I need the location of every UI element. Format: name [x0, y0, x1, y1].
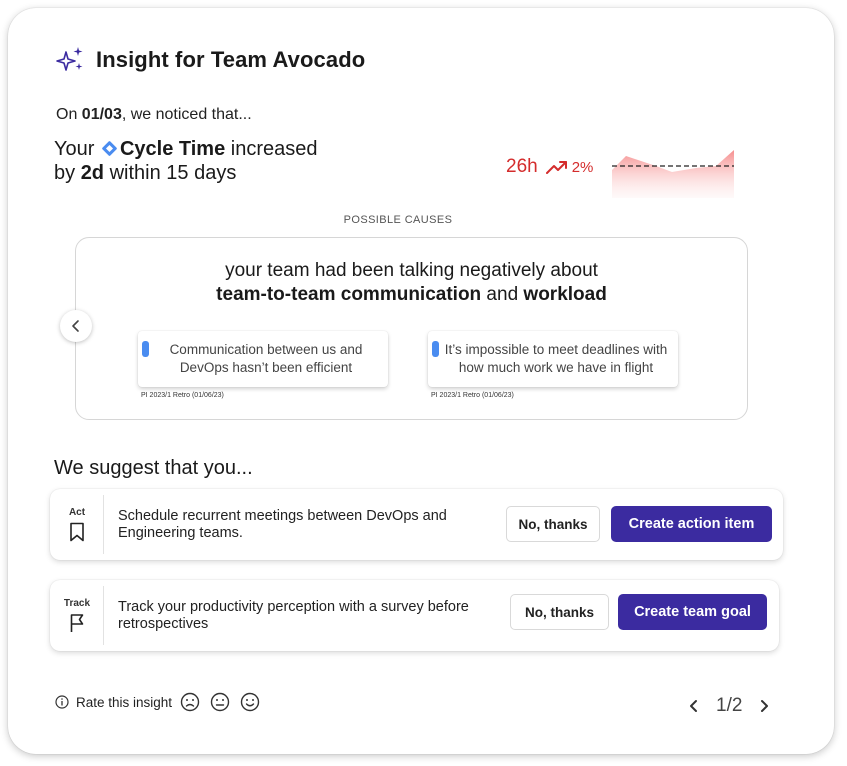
insight-header: Insight for Team Avocado: [54, 44, 365, 76]
no-thanks-button[interactable]: No, thanks: [510, 594, 609, 630]
divider: [103, 495, 104, 554]
cause-joiner: and: [481, 284, 524, 305]
neutral-face-icon[interactable]: [210, 692, 230, 712]
possible-causes-panel: your team had been talking negatively ab…: [75, 237, 748, 420]
headline-suffix: increased: [225, 138, 318, 160]
headline-prefix: Your: [54, 138, 100, 160]
notice-suffix: , we noticed that...: [121, 106, 252, 123]
causes-summary: your team had been talking negatively ab…: [76, 259, 747, 307]
metric-change: 2%: [571, 158, 594, 176]
quote-source: PI 2023/1 Retro (01/06/23): [431, 392, 514, 399]
headline-line2-suffix: within 15 days: [104, 162, 237, 184]
insight-card: Insight for Team Avocado On 01/03, we no…: [8, 8, 834, 754]
metric-name: Cycle Time: [119, 138, 226, 160]
pager-prev-button[interactable]: [684, 694, 704, 718]
headline-line2-prefix: by: [54, 162, 81, 184]
pager-text: 1/2: [716, 695, 743, 716]
suggestion-kind: Track: [50, 580, 104, 651]
quote-item: It’s impossible to meet deadlines with h…: [428, 331, 678, 399]
suggestion-heading: We suggest that you...: [54, 457, 253, 479]
create-team-goal-button[interactable]: Create team goal: [618, 594, 767, 630]
insight-headline: Your Cycle Time increased by 2d within 1…: [54, 137, 318, 185]
notice-date: 01/03: [81, 106, 122, 123]
suggestion-text: Track your productivity perception with …: [118, 598, 469, 632]
quote-source: PI 2023/1 Retro (01/06/23): [141, 392, 224, 399]
quote-card[interactable]: Communication between us and DevOps hasn…: [138, 331, 388, 387]
metric-diamond-icon: [101, 140, 118, 157]
headline-amount: 2d: [80, 162, 105, 184]
suggestion-kind-label: Act: [68, 507, 86, 518]
suggestion-kind-label: Track: [63, 598, 91, 609]
cause-topic-1: team-to-team communication: [216, 284, 482, 305]
causes-intro: your team had been talking negatively ab…: [225, 260, 598, 281]
quote-card[interactable]: It’s impossible to meet deadlines with h…: [428, 331, 678, 387]
cause-topic-2: workload: [523, 284, 607, 305]
sad-face-icon[interactable]: [180, 692, 200, 712]
possible-causes-label: POSSIBLE CAUSES: [343, 214, 453, 226]
page-title: Insight for Team Avocado: [96, 47, 366, 72]
quote-text: Communication between us and DevOps hasn…: [169, 342, 363, 375]
quote-marker: [142, 341, 149, 357]
chevron-left-icon: [690, 700, 697, 712]
chevron-right-icon: [761, 700, 769, 712]
create-action-item-button[interactable]: Create action item: [611, 506, 772, 542]
notice-text: On 01/03, we noticed that...: [56, 106, 252, 124]
bookmark-icon: [70, 522, 84, 542]
divider: [103, 586, 104, 645]
quote-text: It’s impossible to meet deadlines with h…: [444, 342, 668, 375]
metric-value: 26h: [506, 156, 538, 177]
previous-cause-button[interactable]: [60, 310, 92, 342]
quote-marker: [432, 341, 439, 357]
suggestion-card-act: Act Schedule recurrent meetings between …: [50, 489, 783, 560]
suggestion-card-track: Track Track your productivity perception…: [50, 580, 779, 651]
insight-pager: 1/2: [684, 694, 774, 718]
suggestion-text: Schedule recurrent meetings between DevO…: [118, 507, 447, 541]
happy-face-icon[interactable]: [240, 692, 260, 712]
rate-insight: Rate this insight: [55, 692, 260, 712]
no-thanks-button[interactable]: No, thanks: [506, 506, 600, 542]
info-icon: [55, 695, 69, 709]
notice-prefix: On: [56, 106, 82, 123]
trend-up-icon: [545, 161, 567, 174]
chevron-left-icon: [72, 320, 79, 332]
pager-next-button[interactable]: [754, 694, 774, 718]
sparkle-icon: [56, 47, 83, 71]
quote-item: Communication between us and DevOps hasn…: [138, 331, 388, 399]
flag-icon: [70, 614, 84, 632]
rate-insight-label: Rate this insight: [76, 694, 173, 710]
metric-readout: 26h 2%: [506, 156, 593, 178]
suggestion-kind: Act: [50, 489, 104, 560]
metric-sparkline: [612, 150, 734, 198]
